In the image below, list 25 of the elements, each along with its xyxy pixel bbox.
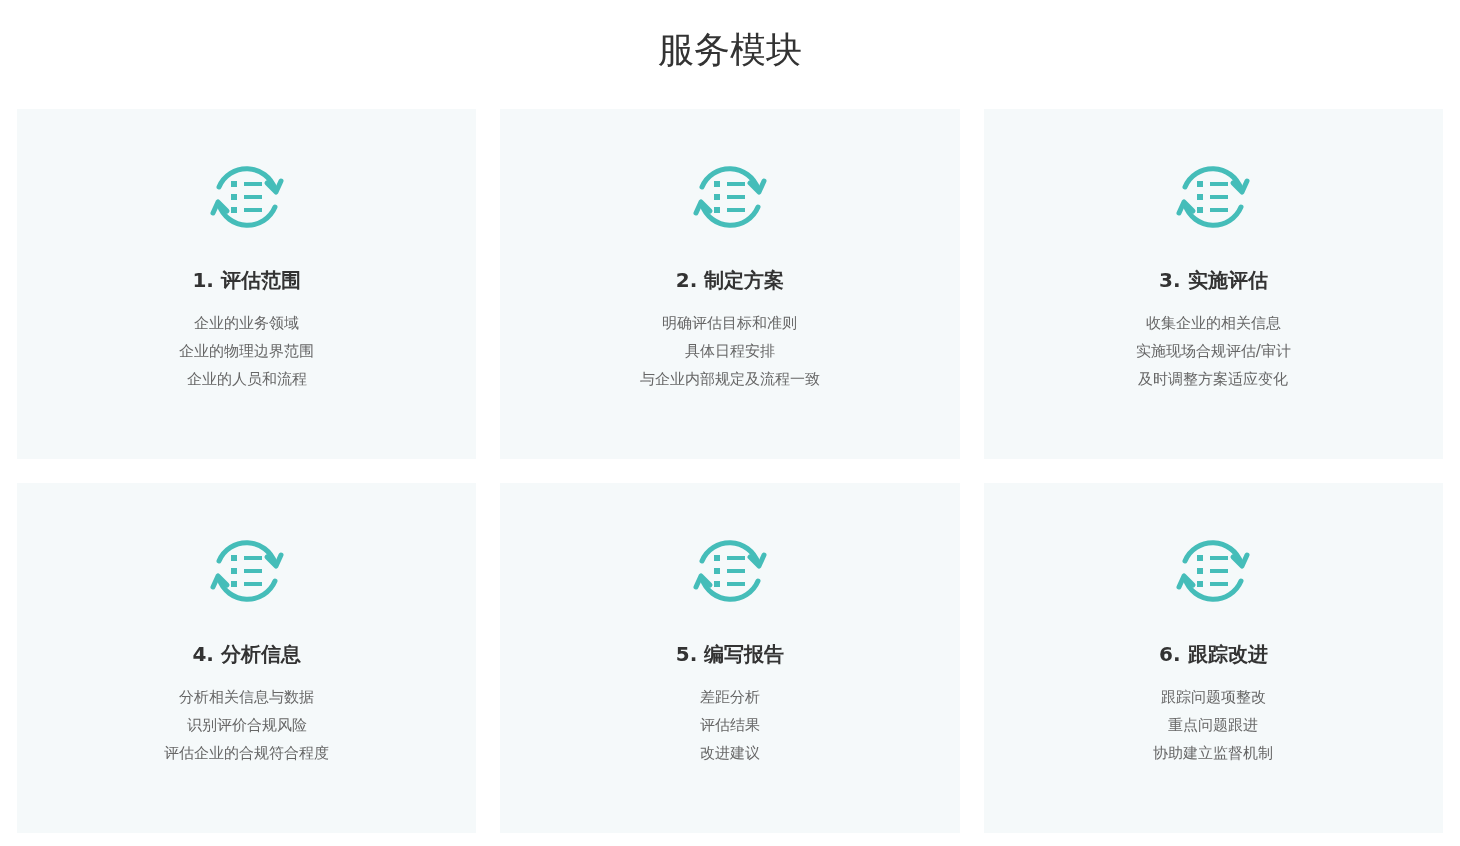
- module-item: 改进建议: [700, 743, 760, 764]
- module-item: 实施现场合规评估/审计: [1135, 341, 1291, 362]
- module-item: 企业的物理边界范围: [179, 341, 315, 362]
- module-item: 企业的业务领域: [194, 313, 300, 334]
- module-item: 识别评价合规风险: [186, 715, 307, 736]
- module-item: 差距分析: [700, 687, 760, 708]
- module-heading: 2. 制定方案: [675, 267, 785, 294]
- module-item: 明确评估目标和准则: [662, 313, 798, 334]
- module-item: 与企业内部规定及流程一致: [640, 369, 820, 390]
- module-heading: 5. 编写报告: [675, 641, 785, 668]
- module-heading: 4. 分析信息: [192, 641, 301, 668]
- module-item: 重点问题跟进: [1168, 715, 1259, 736]
- module-item: 企业的人员和流程: [186, 369, 307, 390]
- section-title: 服务模块: [657, 28, 803, 72]
- module-item: 及时调整方案适应变化: [1138, 369, 1289, 390]
- module-heading: 1. 评估范围: [192, 267, 301, 294]
- module-item: 分析相关信息与数据: [179, 687, 315, 708]
- module-item: 收集企业的相关信息: [1145, 313, 1281, 334]
- module-item: 评估企业的合规符合程度: [164, 743, 330, 764]
- module-item: 评估结果: [700, 715, 760, 736]
- module-heading: 3. 实施评估: [1159, 267, 1268, 294]
- module-heading: 6. 跟踪改进: [1159, 641, 1268, 668]
- module-item: 具体日程安排: [685, 341, 775, 362]
- module-item: 跟踪问题项整改: [1160, 687, 1266, 708]
- module-item: 协助建立监督机制: [1153, 743, 1274, 764]
